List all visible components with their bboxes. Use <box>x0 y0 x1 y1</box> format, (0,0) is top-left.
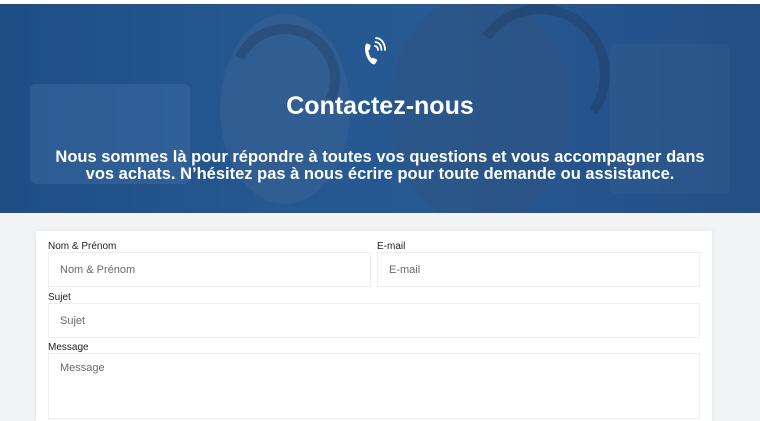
name-label: Nom & Prénom <box>48 241 117 252</box>
subject-input[interactable] <box>48 303 700 338</box>
contact-form: Nom & Prénom E-mail Sujet Message <box>36 231 712 421</box>
name-input[interactable] <box>48 252 371 287</box>
subject-label: Sujet <box>48 292 71 303</box>
page-title: Contactez-nous <box>286 92 474 120</box>
phone-ringing-icon <box>365 37 386 65</box>
message-textarea[interactable] <box>48 353 700 419</box>
message-label: Message <box>48 342 89 353</box>
hero-subtitle: Nous sommes là pour répondre à toutes vo… <box>55 148 705 183</box>
hero-banner: Contactez-nous Nous sommes là pour répon… <box>0 4 760 213</box>
email-input[interactable] <box>377 252 700 287</box>
email-label: E-mail <box>377 241 406 252</box>
